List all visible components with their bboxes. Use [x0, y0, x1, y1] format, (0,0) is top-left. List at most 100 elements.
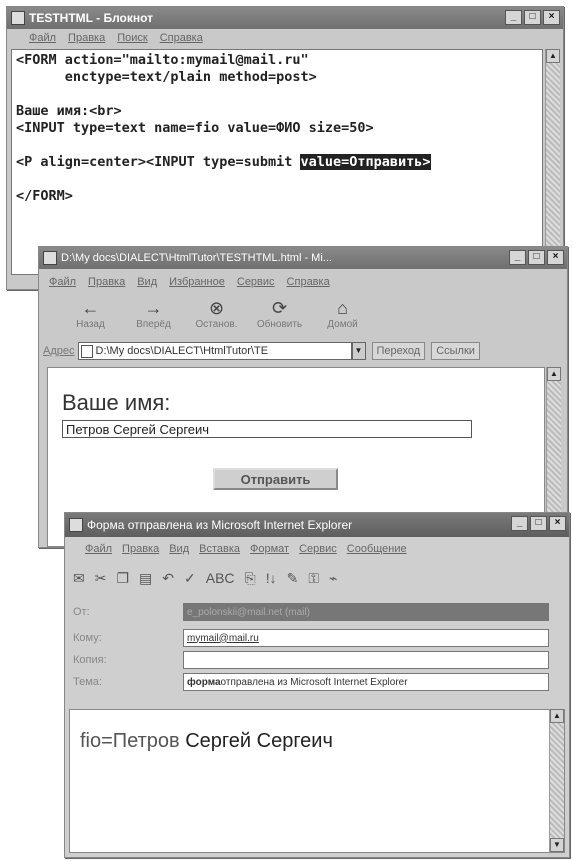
menu-edit[interactable]: Правка: [88, 276, 125, 288]
subject-field[interactable]: форма отправлена из Microsoft Internet E…: [183, 673, 549, 691]
minimize-button[interactable]: _: [511, 516, 528, 531]
maximize-button[interactable]: □: [530, 516, 547, 531]
forward-button[interactable]: → Вперёд: [126, 297, 181, 337]
mail-toolbar: ✉ ✂ ❐ ▤ ↶ ✓ ABC ⎘ !↓ ✎ ⚿ ⌁: [73, 565, 561, 591]
code-line: <P align=center><INPUT type=submit value…: [16, 154, 538, 171]
notepad-titlebar[interactable]: TESTHTML - Блокнот _ □ ×: [7, 7, 563, 29]
address-label: Адрес: [43, 345, 75, 357]
notepad-menubar: Файл Правка Поиск Справка: [7, 29, 563, 47]
ie-title: D:\My docs\DIALECT\HtmlTutor\TESTHTML.ht…: [61, 252, 332, 264]
cut-icon[interactable]: ✂: [95, 570, 107, 587]
fio-input[interactable]: Петров Сергей Сергеич: [62, 420, 472, 438]
address-value: D:\My docs\DIALECT\HtmlTutor\TE: [95, 345, 269, 357]
send-icon[interactable]: ✉: [73, 570, 85, 587]
ie-window: D:\My docs\DIALECT\HtmlTutor\TESTHTML.ht…: [38, 246, 568, 548]
from-label: От:: [73, 606, 90, 618]
links-button[interactable]: Ссылки: [431, 342, 480, 360]
menu-message[interactable]: Сообщение: [347, 543, 407, 555]
stop-icon: ⊗: [208, 298, 225, 318]
paste-icon[interactable]: ▤: [139, 570, 152, 587]
from-select[interactable]: e_polonskii@mail.net (mail): [183, 603, 549, 621]
cc-label[interactable]: Копия:: [73, 654, 183, 666]
check-names-icon[interactable]: ✓: [184, 570, 196, 587]
message-body[interactable]: fio=Петров Сергей Сергеич: [69, 709, 565, 853]
close-button[interactable]: ×: [543, 10, 560, 25]
spelling-icon[interactable]: ABC: [206, 570, 235, 586]
menu-insert[interactable]: Вставка: [199, 543, 240, 555]
body-key: fio=Петров: [80, 730, 180, 752]
menu-help[interactable]: Справка: [287, 276, 330, 288]
priority-icon[interactable]: !↓: [266, 570, 277, 586]
menu-edit[interactable]: Правка: [68, 32, 105, 44]
menu-favorites[interactable]: Избранное: [169, 276, 225, 288]
menu-search[interactable]: Поиск: [117, 32, 147, 44]
menu-file[interactable]: Файл: [29, 32, 56, 44]
menu-tools[interactable]: Сервис: [299, 543, 337, 555]
mail-titlebar[interactable]: Форма отправлена из Microsoft Internet E…: [65, 513, 569, 537]
scroll-up-icon[interactable]: ▲: [546, 49, 560, 63]
close-button[interactable]: ×: [547, 250, 564, 265]
menu-edit[interactable]: Правка: [122, 543, 159, 555]
code-line: enctype=text/plain method=post>: [16, 69, 317, 85]
menu-format[interactable]: Формат: [250, 543, 289, 555]
name-label: Ваше имя:: [62, 390, 171, 415]
to-field[interactable]: mymail@mail.ru: [183, 629, 549, 647]
scroll-down-icon[interactable]: ▼: [550, 838, 564, 852]
encrypt-icon[interactable]: ⚿: [308, 570, 319, 587]
menu-file[interactable]: Файл: [49, 276, 76, 288]
undo-icon[interactable]: ↶: [162, 570, 174, 587]
back-button[interactable]: ← Назад: [63, 297, 118, 337]
forward-arrow-icon: →: [144, 298, 163, 318]
home-button[interactable]: ⌂ Домой: [315, 297, 370, 337]
notepad-title: TESTHTML - Блокнот: [29, 11, 154, 25]
notepad-scrollbar[interactable]: ▲ ▼: [545, 49, 560, 275]
menu-help[interactable]: Справка: [160, 32, 203, 44]
subject-row: Тема: форма отправлена из Microsoft Inte…: [73, 673, 549, 691]
copy-icon[interactable]: ❐: [116, 570, 129, 587]
refresh-button[interactable]: ⟳ Обновить: [252, 297, 307, 337]
minimize-button[interactable]: _: [509, 250, 526, 265]
submit-button[interactable]: Отправить: [213, 468, 338, 490]
refresh-icon: ⟳: [271, 298, 288, 318]
code-line: </FORM>: [16, 188, 73, 204]
back-label: Назад: [76, 319, 105, 330]
menu-file[interactable]: Файл: [85, 543, 112, 555]
scroll-up-icon[interactable]: ▲: [550, 709, 564, 723]
menu-view[interactable]: Вид: [169, 543, 189, 555]
ie-menubar: Файл Правка Вид Избранное Сервис Справка: [39, 271, 567, 293]
subject-bold: форма: [187, 676, 221, 688]
menu-view[interactable]: Вид: [137, 276, 157, 288]
address-dropdown-icon[interactable]: ▼: [351, 342, 366, 360]
page-icon: [80, 344, 93, 358]
body-scrollbar[interactable]: ▲ ▼: [549, 709, 564, 852]
notepad-text-area[interactable]: <FORM action="mailto:mymail@mail.ru" enc…: [11, 49, 543, 275]
maximize-button[interactable]: □: [528, 250, 545, 265]
offline-icon[interactable]: ⌁: [329, 570, 337, 587]
forward-label: Вперёд: [136, 319, 171, 330]
cc-field[interactable]: [183, 651, 549, 669]
to-value: mymail@mail.ru: [187, 632, 259, 644]
sign-icon[interactable]: ✎: [287, 570, 299, 587]
back-arrow-icon: ←: [81, 298, 100, 318]
attach-icon[interactable]: ⎘: [245, 570, 256, 587]
scroll-up-icon[interactable]: ▲: [547, 367, 561, 381]
ie-titlebar[interactable]: D:\My docs\DIALECT\HtmlTutor\TESTHTML.ht…: [39, 247, 567, 269]
close-button[interactable]: ×: [549, 516, 566, 531]
ie-toolbar: ← Назад → Вперёд ⊗ Останов. ⟳ Обновить ⌂ Домо…: [43, 297, 563, 337]
menu-tools[interactable]: Сервис: [237, 276, 275, 288]
body-rest: Сергей Сергеич: [179, 730, 333, 752]
mail-window: Форма отправлена из Microsoft Internet E…: [64, 512, 570, 858]
code-line: Ваше имя:<br>: [16, 103, 122, 119]
mail-menubar: Файл Правка Вид Вставка Формат Сервис Со…: [65, 539, 569, 559]
minimize-button[interactable]: _: [505, 10, 522, 25]
stop-button[interactable]: ⊗ Останов.: [189, 297, 244, 337]
cc-row: Копия:: [73, 651, 549, 669]
address-input[interactable]: D:\My docs\DIALECT\HtmlTutor\TE: [77, 342, 352, 360]
go-button[interactable]: Переход: [371, 342, 426, 360]
home-icon: ⌂: [337, 298, 348, 318]
to-label[interactable]: Кому:: [73, 632, 183, 644]
to-row: Кому: mymail@mail.ru: [73, 629, 549, 647]
maximize-button[interactable]: □: [524, 10, 541, 25]
ie-app-icon: [43, 251, 57, 265]
